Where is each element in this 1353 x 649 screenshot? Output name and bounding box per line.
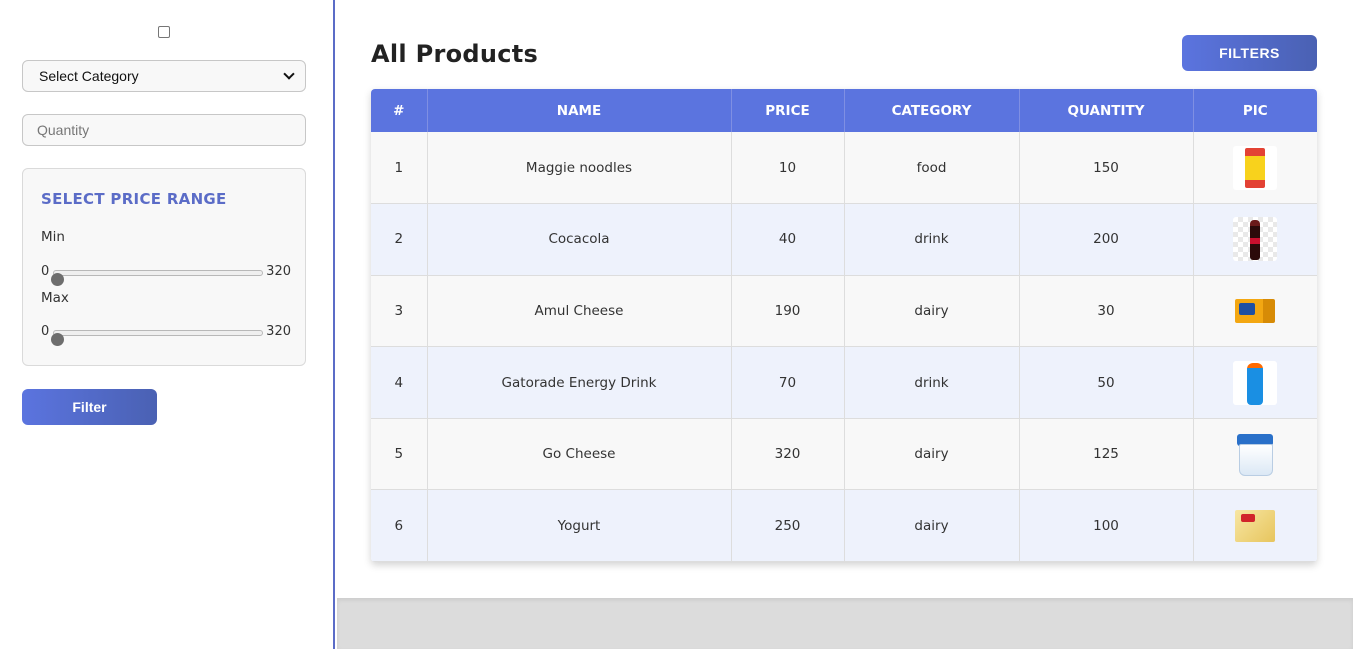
table-row: 4 Gatorade Energy Drink 70 drink 50: [371, 346, 1317, 419]
cell-category: food: [844, 132, 1020, 205]
max-range-row: 0 320: [41, 324, 291, 346]
cell-pic: [1193, 489, 1317, 562]
max-range-high: 320: [266, 324, 291, 339]
category-select[interactable]: Select Category: [22, 60, 306, 92]
app-root: Select Category Quantity SELECT PRICE RA…: [0, 0, 1353, 649]
min-range-low: 0: [41, 264, 50, 279]
cell-price: 320: [731, 418, 845, 491]
cell-name: Go Cheese: [427, 418, 732, 491]
cell-id: 4: [371, 346, 428, 419]
price-range-panel: SELECT PRICE RANGE Min 0 320 Max 0 320: [22, 168, 306, 366]
cell-price: 40: [731, 203, 845, 276]
cell-category: dairy: [844, 418, 1020, 491]
sidebar-checkbox[interactable]: [158, 26, 170, 38]
yogurt-cup-image: [1233, 432, 1277, 477]
noodles-pack-image: [1233, 145, 1278, 190]
cell-name: Maggie noodles: [427, 132, 732, 205]
table-row: 3 Amul Cheese 190 dairy 30: [371, 275, 1317, 348]
cell-quantity: 125: [1019, 418, 1194, 491]
cell-category: dairy: [844, 275, 1020, 348]
min-range-slider[interactable]: [51, 270, 263, 286]
cell-quantity: 50: [1019, 346, 1194, 419]
cell-quantity: 100: [1019, 489, 1194, 562]
max-label: Max: [41, 290, 69, 306]
cell-price: 70: [731, 346, 845, 419]
table-row: 5 Go Cheese 320 dairy 125: [371, 418, 1317, 491]
category-select-value: Select Category: [39, 68, 139, 84]
column-header-category: CATEGORY: [844, 89, 1020, 132]
cell-quantity: 30: [1019, 275, 1194, 348]
filters-button[interactable]: FILTERS: [1182, 35, 1317, 71]
column-header-id: #: [371, 89, 428, 132]
cell-id: 3: [371, 275, 428, 348]
cell-pic: [1193, 203, 1317, 276]
table-row: 2 Cocacola 40 drink 200: [371, 203, 1317, 276]
min-slider-thumb[interactable]: [51, 273, 64, 286]
column-header-quantity: QUANTITY: [1019, 89, 1194, 132]
cell-price: 10: [731, 132, 845, 205]
cola-bottle-image: [1233, 217, 1278, 262]
cell-category: dairy: [844, 489, 1020, 562]
cell-id: 6: [371, 489, 428, 562]
price-range-title: SELECT PRICE RANGE: [41, 190, 227, 208]
cell-price: 250: [731, 489, 845, 562]
cell-quantity: 200: [1019, 203, 1194, 276]
column-header-price: PRICE: [731, 89, 845, 132]
cell-id: 2: [371, 203, 428, 276]
gatorade-bottle-image: [1233, 360, 1278, 405]
cell-pic: [1193, 132, 1317, 205]
cell-id: 5: [371, 418, 428, 491]
table-header-row: # NAME PRICE CATEGORY QUANTITY PIC: [371, 89, 1317, 132]
products-table: # NAME PRICE CATEGORY QUANTITY PIC 1 Mag…: [371, 89, 1317, 562]
cell-name: Yogurt: [427, 489, 732, 562]
cell-name: Cocacola: [427, 203, 732, 276]
column-header-name: NAME: [427, 89, 732, 132]
cell-price: 190: [731, 275, 845, 348]
filter-button[interactable]: Filter: [22, 389, 157, 425]
min-label: Min: [41, 229, 65, 245]
cell-id: 1: [371, 132, 428, 205]
footer-bar: [337, 598, 1353, 649]
page-title: All Products: [371, 40, 539, 68]
quantity-input[interactable]: Quantity: [22, 114, 306, 146]
column-header-pic: PIC: [1193, 89, 1317, 132]
filter-sidebar: Select Category Quantity SELECT PRICE RA…: [0, 0, 335, 649]
quantity-placeholder: Quantity: [37, 122, 90, 138]
min-range-row: 0 320: [41, 264, 291, 286]
table-row: 6 Yogurt 250 dairy 100: [371, 489, 1317, 562]
max-range-slider[interactable]: [51, 330, 263, 346]
max-slider-thumb[interactable]: [51, 333, 64, 346]
min-range-high: 320: [266, 264, 291, 279]
cell-name: Amul Cheese: [427, 275, 732, 348]
cell-pic: [1193, 418, 1317, 491]
cell-category: drink: [844, 346, 1020, 419]
cell-quantity: 150: [1019, 132, 1194, 205]
chevron-down-icon: [283, 68, 295, 80]
cell-name: Gatorade Energy Drink: [427, 346, 732, 419]
cell-pic: [1193, 275, 1317, 348]
max-range-low: 0: [41, 324, 50, 339]
cell-category: drink: [844, 203, 1020, 276]
cheese-box-image: [1233, 289, 1277, 333]
table-row: 1 Maggie noodles 10 food 150: [371, 132, 1317, 205]
cheese-pack-image: [1233, 504, 1277, 548]
cell-pic: [1193, 346, 1317, 419]
